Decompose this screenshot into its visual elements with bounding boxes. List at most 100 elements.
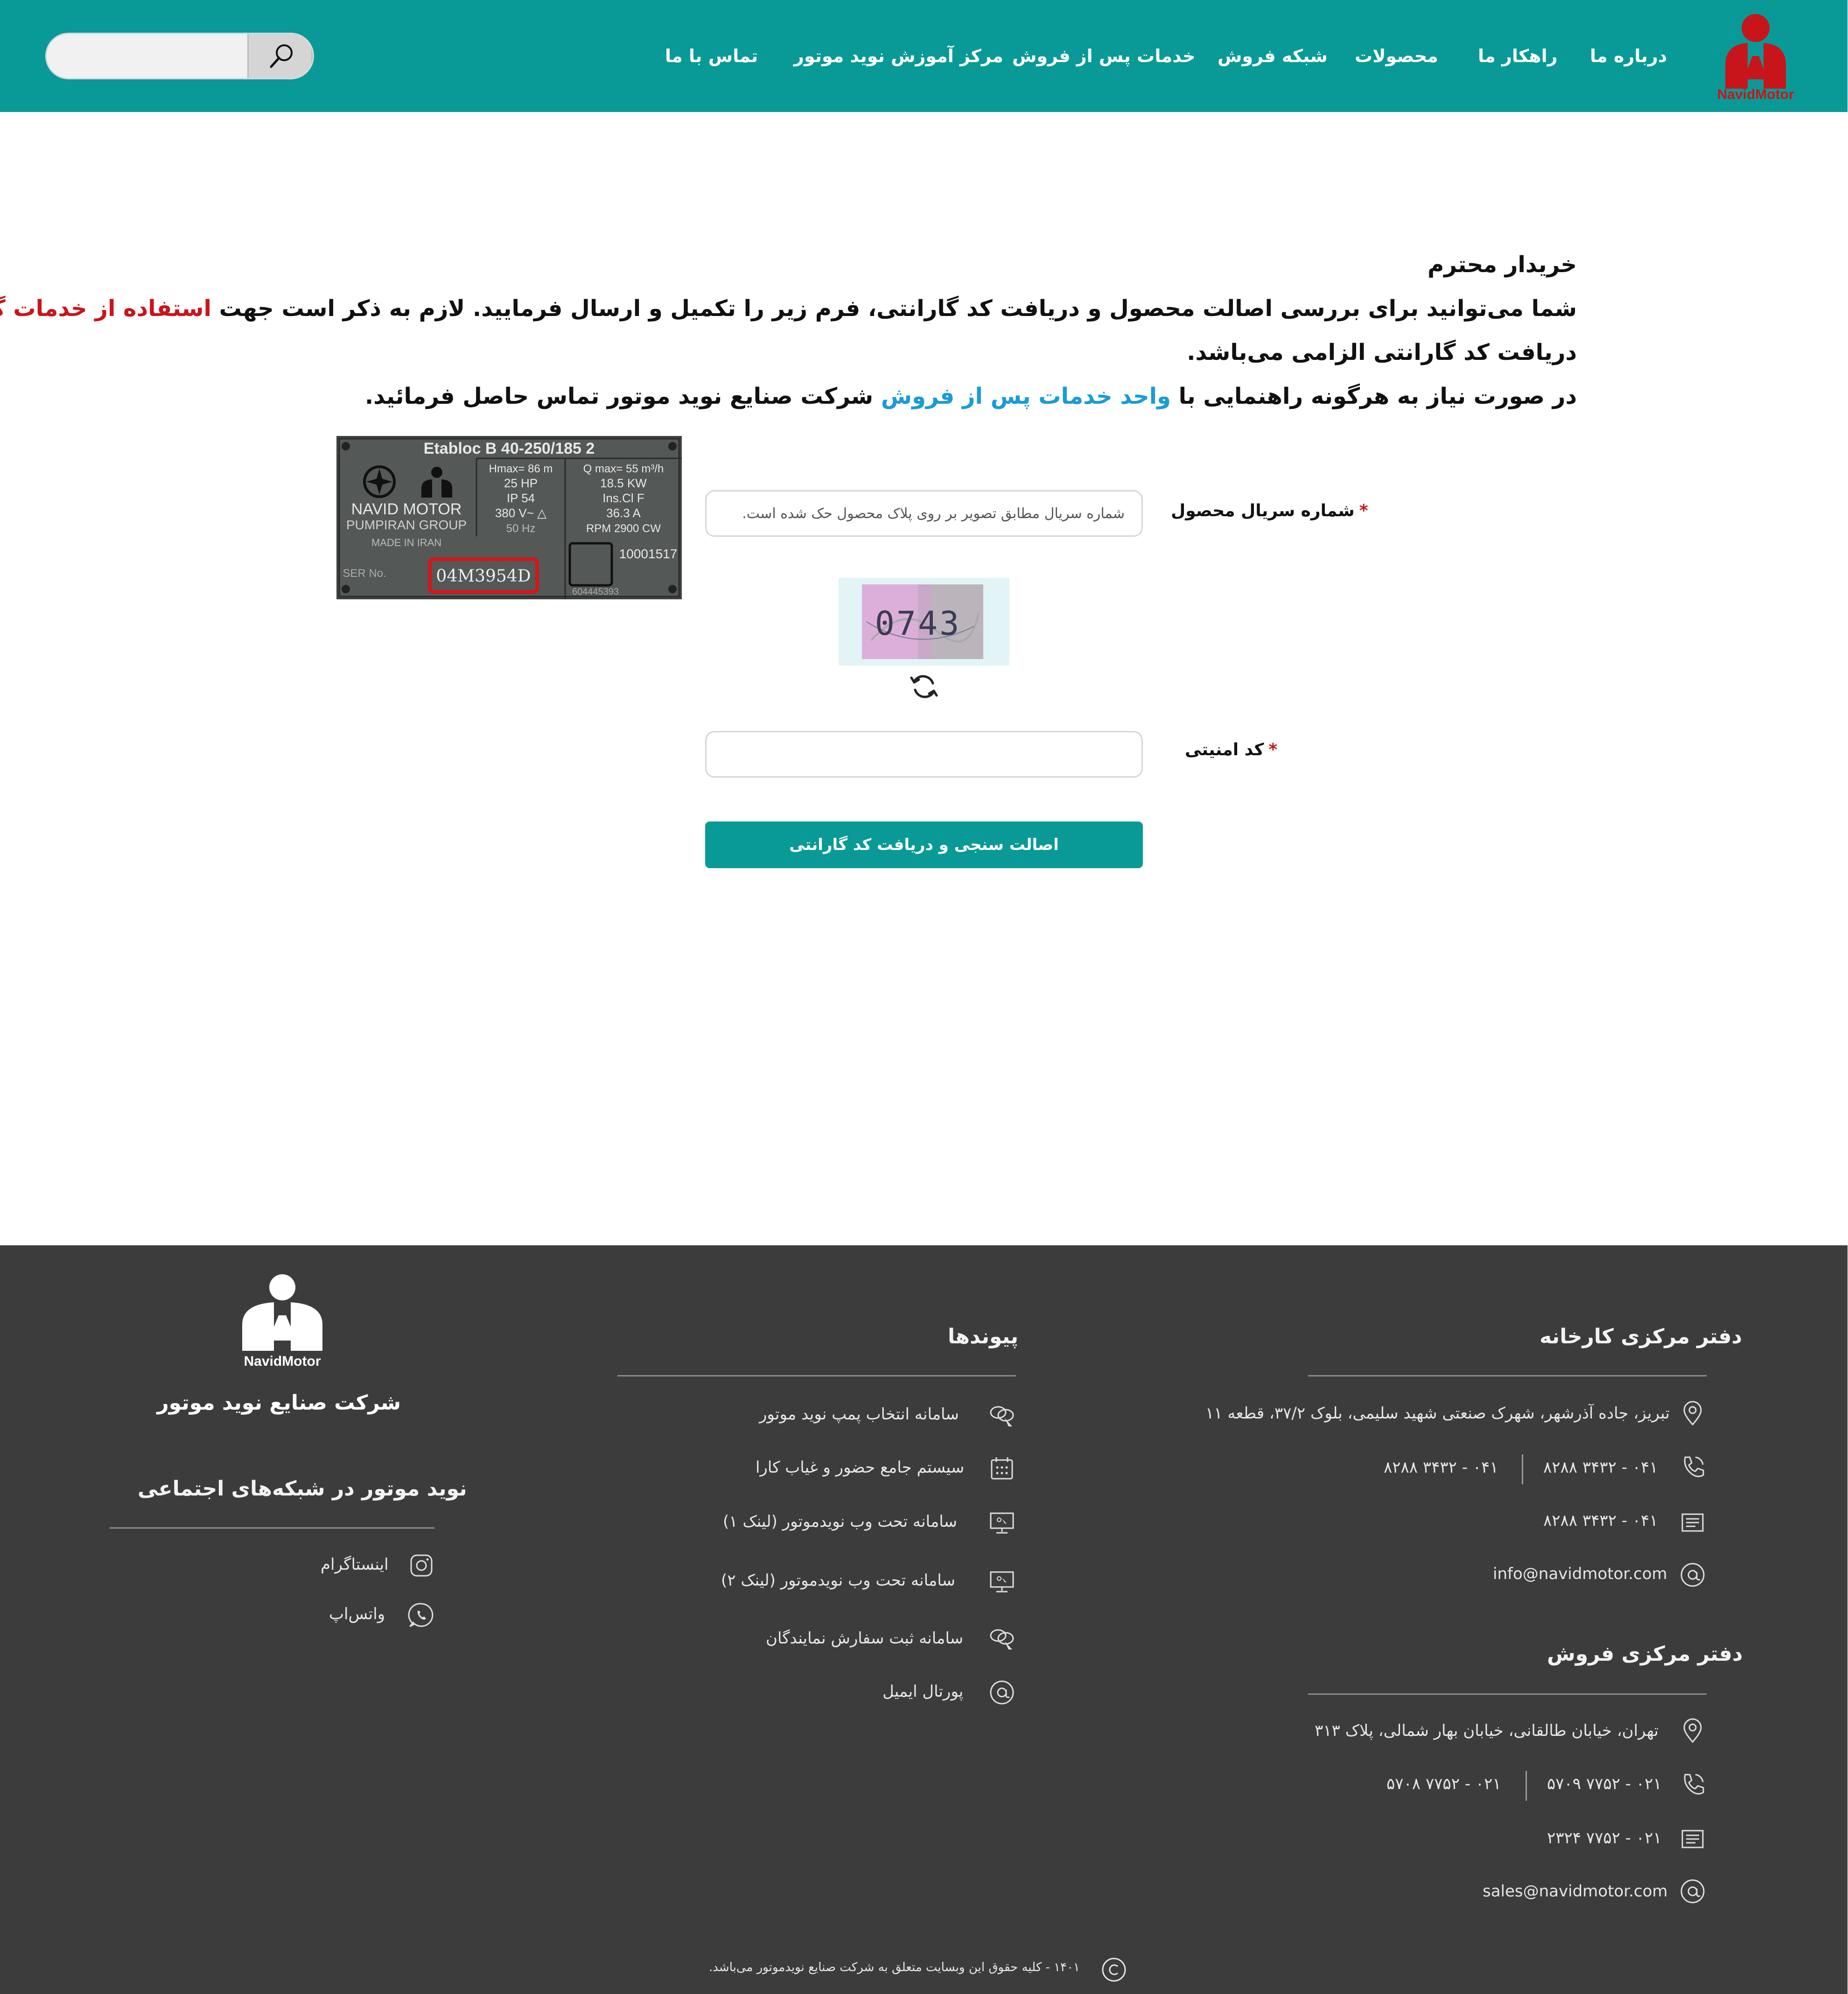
nav-after-sales[interactable]: خدمات پس از فروش	[1013, 41, 1196, 71]
social-title: نوید موتور در شبکه‌های اجتماعی	[138, 1477, 468, 1501]
email-icon	[990, 1680, 1015, 1705]
footer-logo	[243, 1274, 323, 1351]
copyright-text: ۱۴۰۱ - کلیه حقوق این وبسایت متعلق به شرک…	[709, 1960, 1081, 1974]
plate-brand-icon	[432, 467, 443, 478]
fax-icon	[1682, 1830, 1704, 1848]
intro-text: خریدار محترم شما می‌توانید برای بررسی اص…	[0, 243, 1577, 418]
warranty-services-highlight: استفاده از خدمات گارانتی	[0, 295, 212, 322]
site-header: NavidMotor درباره ما راهکار ما محصولات ش…	[0, 0, 1848, 112]
link-dealer-orders[interactable]: سامانه ثبت سفارش نمایندگان	[766, 1629, 964, 1648]
plate-maker: NAVID MOTOR	[352, 500, 462, 518]
intro-line-2: شما می‌توانید برای بررسی اصالت محصول و د…	[0, 287, 1577, 330]
nav-solutions[interactable]: راهکار ما	[1478, 41, 1558, 71]
footer-logo-text: NavidMotor	[244, 1354, 322, 1369]
whatsapp-icon[interactable]	[408, 1601, 436, 1629]
phone-separator	[1526, 1771, 1527, 1801]
intro-line-4: در صورت نیاز به هرگونه راهنمایی با واحد …	[261, 374, 1577, 418]
security-label-text: کد امنیتی	[1185, 740, 1265, 759]
plate-hp: 25 HP	[504, 476, 538, 490]
plate-volt: 380 V~ △	[496, 506, 547, 520]
order-system-icon	[990, 1629, 1015, 1650]
intro-greeting: خریدار محترم	[1428, 252, 1577, 278]
link-attendance-system[interactable]: سیستم جامع حضور و غیاب کارا	[756, 1458, 965, 1477]
serial-number-input[interactable]	[706, 490, 1143, 537]
copyright-icon	[1102, 1958, 1127, 1982]
sales-address: تهران، خیابان طالقانی، خیابان بهار شمالی…	[1315, 1721, 1659, 1740]
nav-products[interactable]: محصولات	[1355, 41, 1439, 71]
factory-fax: ۰۴۱ - ۳۴۳۲ ۸۲۸۸	[1544, 1511, 1659, 1530]
instagram-icon[interactable]	[408, 1552, 436, 1580]
instagram-link[interactable]: اینستاگرام	[321, 1555, 389, 1574]
captcha-image: 0743	[862, 584, 984, 659]
factory-office-title: دفتر مرکزی کارخانه	[1540, 1325, 1743, 1348]
logo-text: NavidMotor	[1717, 87, 1795, 102]
factory-address: تبریز، جاده آذرشهر، شهرک صنعتی شهید سلیم…	[1206, 1404, 1670, 1423]
sales-phone-1[interactable]: ۰۲۱ - ۷۷۵۲ ۵۷۰۹	[1547, 1775, 1662, 1793]
nav-about[interactable]: درباره ما	[1590, 41, 1667, 71]
serial-field-label: *شماره سریال محصول	[1171, 501, 1369, 520]
plate-ser-label: SER No.	[343, 567, 386, 580]
links-title: پیوندها	[948, 1325, 1019, 1348]
company-name: شرکت صنایع نوید موتور	[157, 1391, 401, 1415]
monitor-icon	[990, 1571, 1015, 1593]
search-button[interactable]	[248, 34, 313, 78]
plate-num2: 604445393	[573, 587, 619, 597]
link-email-portal[interactable]: پورتال ایمیل	[883, 1682, 964, 1701]
intro-line-3: دریافت کد گارانتی الزامی می‌باشد.	[1187, 339, 1577, 365]
factory-phone-1[interactable]: ۰۴۱ - ۳۴۳۲ ۸۲۸۸	[1544, 1458, 1659, 1477]
phone-separator	[1522, 1454, 1524, 1484]
plate-hz: 50 Hz	[507, 522, 536, 535]
plate-made: MADE IN IRAN	[372, 537, 442, 548]
social-divider	[110, 1527, 435, 1529]
after-sales-link[interactable]: واحد خدمات پس از فروش	[882, 383, 1171, 409]
plate-serial: 04M3954D	[436, 567, 531, 586]
plate-hmax: Hmax= 86 m	[490, 463, 553, 475]
email-icon	[1681, 1563, 1705, 1587]
factory-divider	[1309, 1375, 1707, 1376]
required-mark: *	[1269, 740, 1278, 759]
intro-line-4-text: در صورت نیاز به هرگونه راهنمایی با	[1171, 383, 1577, 409]
intro-line-4-end: شرکت صنایع نوید موتور تماس حاصل فرمائید.	[365, 383, 882, 409]
serial-label-text: شماره سریال محصول	[1171, 501, 1355, 520]
phone-icon	[1684, 1774, 1705, 1795]
intro-line-2-text: شما می‌توانید برای بررسی اصالت محصول و د…	[211, 295, 1577, 322]
required-mark: *	[1359, 501, 1369, 520]
sales-phone-2[interactable]: ۰۲۱ - ۷۷۵۲ ۵۷۰۸	[1387, 1775, 1502, 1793]
phone-icon	[1684, 1456, 1705, 1477]
plate-amp: 36.3 A	[607, 506, 641, 520]
email-icon	[1681, 1879, 1705, 1903]
pump-selection-icon	[990, 1406, 1015, 1426]
plate-num1: 10001517	[620, 547, 678, 561]
factory-email[interactable]: info@navidmotor.com	[1493, 1565, 1668, 1583]
whatsapp-link[interactable]: واتس‌اپ	[329, 1605, 385, 1623]
plate-ins: Ins.Cl F	[603, 491, 645, 505]
verify-submit-button[interactable]: اصالت سنجی و دریافت کد گارانتی	[706, 821, 1143, 868]
link-web-system-1[interactable]: سامانه تحت وب نویدموتور (لینک ۱)	[723, 1512, 958, 1531]
factory-phone-2[interactable]: ۰۴۱ - ۳۴۳۲ ۸۲۸۸	[1384, 1458, 1499, 1477]
search-input[interactable]	[47, 34, 248, 78]
product-plate-image: Etabloc B 40-250/185 2 Hmax= 86 m Q max=…	[337, 436, 682, 599]
plate-kw: 18.5 KW	[601, 476, 647, 490]
sales-divider	[1309, 1693, 1707, 1695]
plate-qmax: Q max= 55 m³/h	[584, 463, 665, 475]
security-code-label: *کد امنیتی	[1185, 740, 1278, 759]
refresh-captcha-icon[interactable]	[909, 671, 940, 702]
search-icon	[270, 44, 293, 68]
nav-sales-network[interactable]: شبکه فروش	[1218, 41, 1328, 71]
fax-icon	[1682, 1513, 1704, 1532]
sales-fax: ۰۲۱ - ۷۷۵۲ ۲۳۲۴	[1547, 1829, 1662, 1847]
plate-ip: IP 54	[507, 491, 535, 505]
links-divider	[618, 1375, 1016, 1376]
captcha-text: 0743	[875, 604, 962, 643]
security-code-input[interactable]	[706, 731, 1143, 778]
sales-email[interactable]: sales@navidmotor.com	[1483, 1882, 1668, 1901]
location-icon	[1684, 1718, 1702, 1743]
plate-model: Etabloc B 40-250/185 2	[424, 440, 595, 457]
monitor-icon	[990, 1512, 1015, 1534]
nav-training-center[interactable]: مرکز آموزش نوید موتور	[794, 41, 1004, 71]
calendar-icon	[991, 1457, 1014, 1480]
link-web-system-2[interactable]: سامانه تحت وب نویدموتور (لینک ۲)	[721, 1571, 956, 1590]
search-box	[46, 33, 315, 79]
nav-contact[interactable]: تماس با ما	[665, 41, 758, 71]
link-pump-selection[interactable]: سامانه انتخاب پمپ نوید موتور	[760, 1405, 959, 1424]
